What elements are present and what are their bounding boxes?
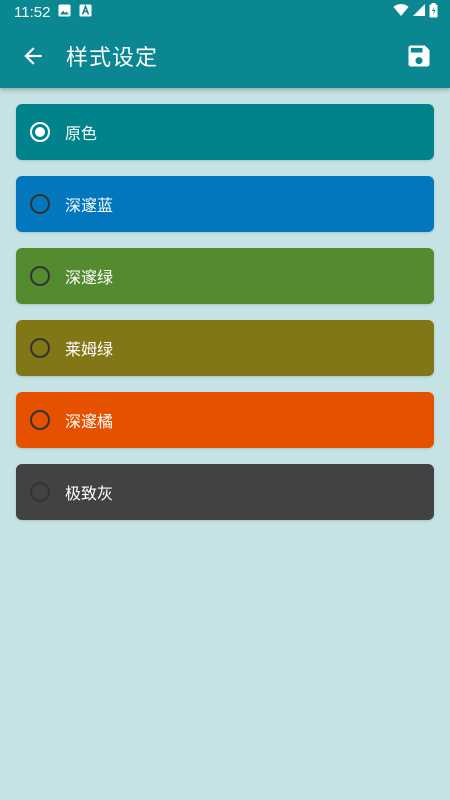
style-option-lime-green[interactable]: 莱姆绿 xyxy=(16,320,434,376)
image-icon xyxy=(58,4,71,21)
arrow-back-icon xyxy=(24,47,42,65)
style-option-deep-green[interactable]: 深邃绿 xyxy=(16,248,434,304)
option-label: 极致灰 xyxy=(65,484,114,503)
option-label: 莱姆绿 xyxy=(65,340,114,359)
back-button[interactable] xyxy=(18,41,48,71)
top-bar: 11:52 样式设定 xyxy=(0,0,450,88)
option-label: 原色 xyxy=(65,124,98,143)
radio-button[interactable] xyxy=(30,194,50,214)
option-label: 深邃绿 xyxy=(65,268,114,287)
status-time: 11:52 xyxy=(14,3,51,21)
radio-button[interactable] xyxy=(30,482,50,502)
style-option-original[interactable]: 原色 xyxy=(16,104,434,160)
radio-button[interactable] xyxy=(30,410,50,430)
option-label: 深邃橘 xyxy=(65,412,114,431)
option-label: 深邃蓝 xyxy=(65,196,114,215)
signal-icon xyxy=(412,3,426,21)
radio-button[interactable] xyxy=(30,266,50,286)
save-icon xyxy=(408,45,430,67)
radio-button[interactable] xyxy=(30,122,50,142)
style-option-deep-blue[interactable]: 深邃蓝 xyxy=(16,176,434,232)
status-bar: 11:52 xyxy=(0,0,450,24)
style-option-extreme-gray[interactable]: 极致灰 xyxy=(16,464,434,520)
app-bar: 样式设定 xyxy=(0,24,450,88)
style-option-list: 原色 深邃蓝 深邃绿 莱姆绿 深邃橘 极致灰 xyxy=(0,88,450,520)
battery-icon xyxy=(429,2,438,22)
style-option-deep-orange[interactable]: 深邃橘 xyxy=(16,392,434,448)
a-notification-icon xyxy=(79,3,92,21)
page-title: 样式设定 xyxy=(66,46,159,71)
save-button[interactable] xyxy=(404,41,434,71)
radio-button[interactable] xyxy=(30,338,50,358)
wifi-icon xyxy=(393,3,409,21)
